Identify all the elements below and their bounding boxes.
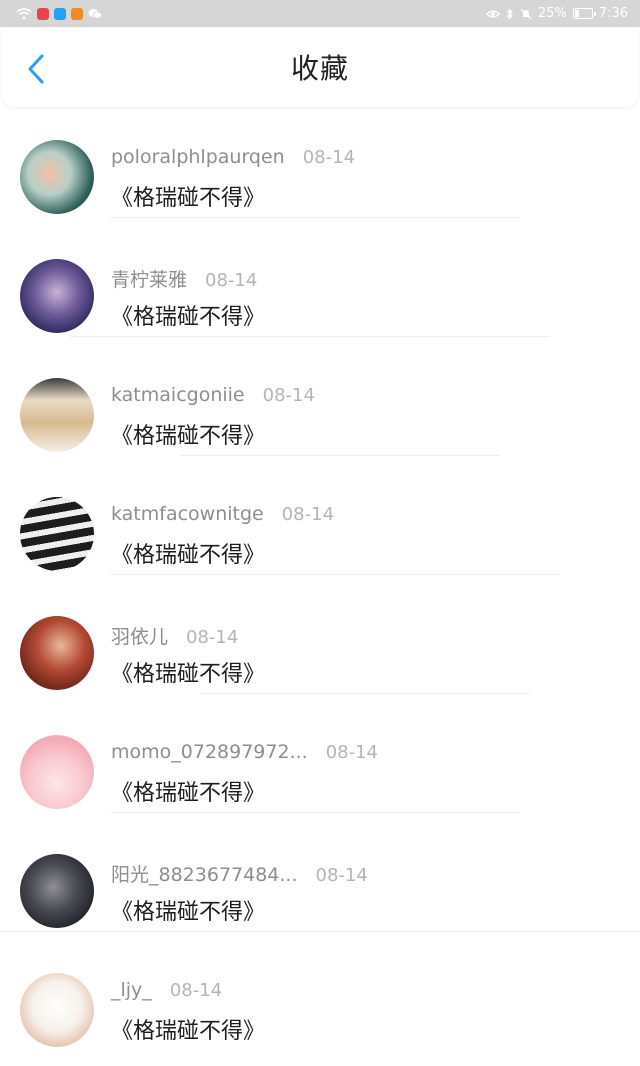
list-item[interactable]: katmaicgoniie 08-14 《格瑞碰不得》 [0, 338, 640, 457]
favorite-title[interactable]: 《格瑞碰不得》 [111, 894, 265, 926]
top-nav-bar: 收藏 [2, 27, 638, 107]
list-item[interactable]: poloralphlpaurqen 08-14 《格瑞碰不得》 [0, 100, 640, 219]
favorite-title[interactable]: 《格瑞碰不得》 [111, 418, 265, 450]
user-name[interactable]: katmaicgoniie [111, 384, 245, 406]
list-item[interactable]: 羽依儿 08-14 《格瑞碰不得》 [0, 576, 640, 695]
favorite-title[interactable]: 《格瑞碰不得》 [111, 1013, 265, 1045]
favorite-date: 08-14 [281, 504, 335, 525]
avatar[interactable] [20, 973, 94, 1047]
avatar[interactable] [20, 497, 94, 571]
battery-percent: 25% [537, 6, 567, 21]
favorite-date: 08-14 [302, 147, 356, 168]
user-name[interactable]: _ljy_ [111, 979, 152, 1001]
favorite-date: 08-14 [315, 865, 368, 886]
avatar[interactable] [20, 378, 94, 452]
user-name[interactable]: katmfacownitge [111, 503, 264, 525]
favorite-title[interactable]: 《格瑞碰不得》 [111, 656, 265, 688]
favorite-title[interactable]: 《格瑞碰不得》 [111, 537, 265, 569]
divider [200, 693, 530, 694]
favorite-title[interactable]: 《格瑞碰不得》 [111, 299, 265, 331]
battery-icon [572, 8, 596, 19]
app-notification-icon [37, 7, 49, 20]
eye-icon [485, 9, 500, 18]
user-name[interactable]: momo_072897972... [111, 741, 308, 763]
divider [0, 931, 640, 932]
user-name[interactable]: 羽依儿 [111, 622, 168, 649]
divider [110, 217, 520, 218]
status-system: 25% 7:36 [485, 6, 628, 21]
mute-bell-icon [520, 8, 532, 19]
favorite-title[interactable]: 《格瑞碰不得》 [111, 180, 265, 212]
divider [110, 574, 560, 575]
wifi-icon [16, 7, 32, 19]
avatar[interactable] [20, 854, 94, 928]
bluetooth-icon [506, 7, 513, 20]
favorite-date: 08-14 [186, 627, 239, 648]
back-button[interactable] [20, 53, 52, 85]
list-item[interactable]: katmfacownitge 08-14 《格瑞碰不得》 [0, 457, 640, 576]
user-name[interactable]: 青柠莱雅 [111, 265, 187, 292]
favorites-list: poloralphlpaurqen 08-14 《格瑞碰不得》 青柠莱雅 08-… [0, 100, 640, 1052]
favorite-date: 08-14 [262, 385, 315, 406]
divider [110, 812, 520, 813]
status-notifications [16, 7, 102, 20]
chevron-left-icon [28, 54, 44, 84]
favorite-date: 08-14 [169, 980, 223, 1001]
divider [180, 455, 500, 456]
divider [70, 336, 550, 337]
list-item[interactable]: 青柠莱雅 08-14 《格瑞碰不得》 [0, 219, 640, 338]
list-item[interactable]: _ljy_ 08-14 《格瑞碰不得》 [0, 933, 640, 1052]
favorite-date: 08-14 [205, 270, 258, 291]
user-name[interactable]: 阳光_8823677484... [111, 860, 298, 887]
page-title: 收藏 [290, 52, 349, 85]
avatar[interactable] [20, 735, 94, 809]
avatar[interactable] [20, 616, 94, 690]
chat-icon [88, 8, 102, 19]
list-item[interactable]: momo_072897972... 08-14 《格瑞碰不得》 [0, 695, 640, 814]
avatar[interactable] [20, 259, 94, 333]
status-bar: 25% 7:36 [0, 0, 640, 27]
user-name[interactable]: poloralphlpaurqen [111, 146, 285, 168]
list-item[interactable]: 阳光_8823677484... 08-14 《格瑞碰不得》 [0, 814, 640, 933]
video-notification-icon [71, 7, 83, 20]
search-notification-icon [54, 7, 66, 20]
clock: 7:36 [598, 6, 628, 21]
avatar[interactable] [20, 140, 94, 214]
favorite-date: 08-14 [325, 742, 378, 763]
favorite-title[interactable]: 《格瑞碰不得》 [111, 775, 265, 807]
